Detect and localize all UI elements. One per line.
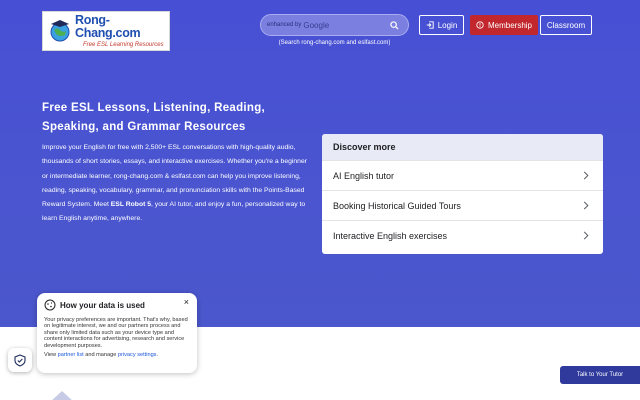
search-prefix: enhanced by	[267, 22, 302, 28]
search-box[interactable]: enhanced by Google	[260, 14, 409, 36]
partner-list-link[interactable]: partner list	[58, 352, 84, 358]
privacy-settings-link[interactable]: privacy settings	[118, 352, 157, 358]
privacy-foot-text: and manage	[83, 352, 118, 359]
talk-to-tutor-button[interactable]: Talk to Your Tutor	[560, 366, 640, 384]
privacy-title: How your data is used	[60, 300, 145, 310]
esl-robot-highlight: ESL Robot 5	[110, 201, 152, 209]
membership-label: Membership	[487, 20, 532, 30]
close-icon[interactable]: ×	[184, 297, 189, 307]
cookie-icon	[44, 299, 56, 311]
privacy-footer: View partner list and manage privacy set…	[44, 352, 190, 358]
chevron-right-icon	[583, 171, 589, 180]
page-title: Free ESL Lessons, Listening, Reading, Sp…	[42, 102, 266, 133]
discover-item-guided-tours[interactable]: Booking Historical Guided Tours	[322, 190, 603, 220]
privacy-foot-text: .	[156, 352, 159, 359]
privacy-text: Your privacy preferences are important. …	[44, 317, 188, 349]
discover-item-label: Booking Historical Guided Tours	[333, 200, 461, 211]
privacy-foot-text: View	[44, 352, 58, 359]
alert-circle-icon	[476, 21, 484, 29]
site-logo[interactable]: Rong-Chang.com Free ESL Learning Resourc…	[42, 11, 170, 51]
classroom-button[interactable]: Classroom	[540, 15, 592, 35]
shape-icon	[52, 391, 72, 400]
hero-description-part-1: Improve your English for free with 2,500…	[42, 144, 308, 209]
discover-item-interactive-exercises[interactable]: Interactive English exercises	[322, 220, 603, 250]
privacy-dialog: How your data is used × Your privacy pre…	[37, 293, 197, 373]
discover-item-ai-tutor[interactable]: AI English tutor	[322, 160, 603, 190]
search-provider: Google	[303, 20, 330, 30]
membership-button[interactable]: Membership	[470, 15, 538, 35]
discover-more-panel: Discover more AI English tutor Booking H…	[322, 134, 603, 254]
login-icon	[426, 21, 434, 29]
classroom-label: Classroom	[546, 20, 586, 30]
discover-item-label: Interactive English exercises	[333, 230, 448, 241]
logo-tagline: Free ESL Learning Resources	[83, 42, 164, 48]
search-button[interactable]	[383, 15, 405, 35]
privacy-shield-button[interactable]	[8, 348, 32, 372]
chevron-right-icon	[583, 201, 589, 210]
login-label: Login	[437, 20, 458, 30]
hero-description: Improve your English for free with 2,500…	[42, 141, 310, 227]
discover-item-label: AI English tutor	[333, 170, 395, 181]
search-input[interactable]	[329, 15, 383, 35]
shield-check-icon	[14, 353, 26, 367]
globe-logo-icon	[48, 19, 72, 43]
privacy-title-row: How your data is used	[44, 299, 190, 311]
discover-title: Discover more	[322, 134, 603, 160]
search-icon	[389, 20, 399, 30]
login-button[interactable]: Login	[419, 15, 464, 35]
chevron-right-icon	[583, 231, 589, 240]
logo-name: Rong-Chang.com	[75, 13, 141, 40]
search-hint: (Search rong-chang.com and eslfast.com)	[278, 40, 391, 46]
hero-section: Rong-Chang.com Free ESL Learning Resourc…	[0, 0, 640, 327]
